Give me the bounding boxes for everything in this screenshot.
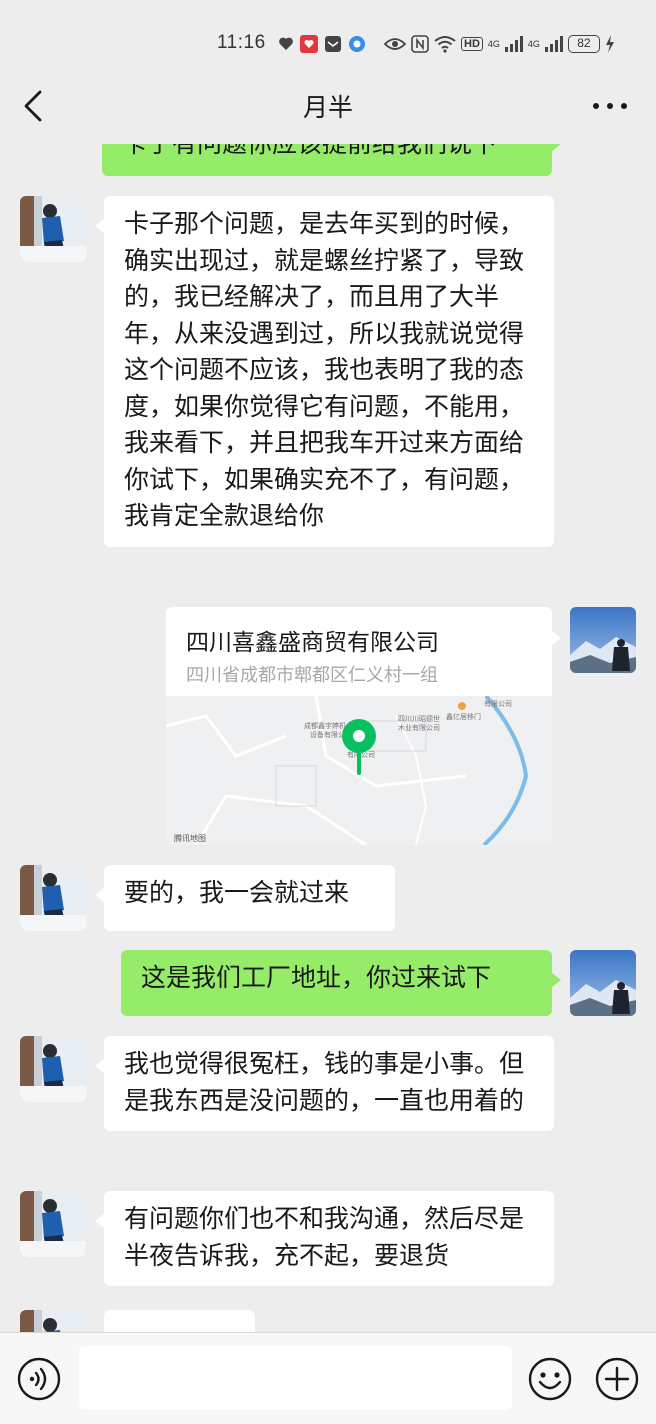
- battery-indicator: 82: [567, 35, 600, 53]
- avatar-contact[interactable]: [20, 196, 86, 262]
- browser-icon: [349, 36, 365, 52]
- map-label: 鑫亿居移门: [446, 712, 481, 721]
- signal-icon-2: [544, 36, 563, 52]
- more-options-icon[interactable]: [590, 94, 630, 118]
- signal-icon: [504, 36, 523, 52]
- nfc-icon: [411, 35, 429, 53]
- input-bar: [0, 1332, 656, 1424]
- message-bubble-other[interactable]: 要的，我一会就过来: [95, 865, 395, 931]
- avatar-contact[interactable]: [20, 1036, 86, 1102]
- message-box-icon: [325, 36, 341, 52]
- message-list[interactable]: 卡子有问题你应该提前给我们说下 卡子那个问题，是去年买到的时候，确实出现过，就是…: [0, 144, 656, 1332]
- heart-icon: [279, 37, 293, 50]
- map-label: 有限公司: [484, 699, 512, 708]
- location-address: 四川省成都市郫都区仁义村一组: [186, 665, 438, 686]
- network-label-2: 4G: [527, 39, 540, 49]
- message-text: 这是我们工厂地址，你过来试下: [141, 963, 492, 992]
- add-more-icon[interactable]: [594, 1356, 640, 1402]
- message-bubble-other[interactable]: 卡子那个问题，是去年买到的时候，确实出现过，就是螺丝拧紧了，导致的，我已经解决了…: [95, 196, 554, 547]
- message-bubble-other[interactable]: …: [104, 1310, 255, 1332]
- map-label: 木业有限公司: [398, 723, 440, 732]
- message-text: 卡子那个问题，是去年买到的时候，确实出现过，就是螺丝拧紧了，导致的，我已经解决了…: [124, 209, 525, 530]
- location-title: 四川喜鑫盛商贸有限公司: [186, 630, 439, 656]
- message-text: …: [124, 1323, 149, 1332]
- map-label: 四川川昭德世: [398, 714, 440, 723]
- voice-input-icon[interactable]: [16, 1356, 62, 1402]
- message-text: 要的，我一会就过来: [124, 878, 350, 907]
- location-message-card[interactable]: 四川喜鑫盛商贸有限公司 四川省成都市郫都区仁义村一组 成都鑫宇婷机 设备有限公 …: [166, 607, 552, 845]
- message-text: 有问题你们也不和我沟通，然后尽是半夜告诉我，充不起，要退货: [124, 1204, 525, 1270]
- message-bubble-self[interactable]: 卡子有问题你应该提前给我们说下: [102, 144, 561, 176]
- location-map-preview: 成都鑫宇婷机 设备有限公 四川川昭德世 木业有限公司 鑫亿居移门 有限公司 有限…: [166, 696, 552, 845]
- map-label: 设备有限公: [310, 730, 345, 739]
- eye-icon: [384, 38, 406, 50]
- chat-title: 月半: [302, 93, 353, 122]
- hd-badge: HD: [461, 37, 483, 51]
- avatar-contact[interactable]: [20, 1191, 86, 1257]
- status-time: 11:16: [217, 32, 266, 53]
- map-provider-label: 腾讯地图: [174, 833, 206, 843]
- status-bar: 11:16 HD 4G 4G 82: [0, 0, 656, 68]
- message-text: 卡子有问题你应该提前给我们说下: [122, 144, 497, 158]
- location-card-pointer: [551, 630, 561, 646]
- status-notification-icons: [277, 33, 367, 55]
- map-label: 成都鑫宇婷机: [304, 721, 346, 730]
- app-red-icon: [300, 35, 318, 53]
- status-system-icons: HD 4G 4G 82: [384, 33, 615, 55]
- wifi-icon: [434, 36, 456, 53]
- message-bubble-other[interactable]: 有问题你们也不和我沟通，然后尽是半夜告诉我，充不起，要退货: [95, 1191, 554, 1286]
- avatar-contact[interactable]: [20, 1310, 86, 1332]
- network-label-1: 4G: [487, 39, 500, 49]
- avatar-self[interactable]: [570, 607, 636, 673]
- message-bubble-self[interactable]: 这是我们工厂地址，你过来试下: [121, 950, 561, 1016]
- charging-icon: [605, 35, 614, 53]
- avatar-contact[interactable]: [20, 865, 86, 931]
- message-bubble-other[interactable]: 我也觉得很冤枉，钱的事是小事。但是我东西是没问题的，一直也用着的: [95, 1036, 554, 1131]
- chat-header: 月半: [0, 68, 656, 144]
- message-text: 我也觉得很冤枉，钱的事是小事。但是我东西是没问题的，一直也用着的: [124, 1049, 525, 1115]
- emoji-icon[interactable]: [527, 1356, 573, 1402]
- message-input[interactable]: [79, 1346, 512, 1410]
- avatar-self[interactable]: [570, 950, 636, 1016]
